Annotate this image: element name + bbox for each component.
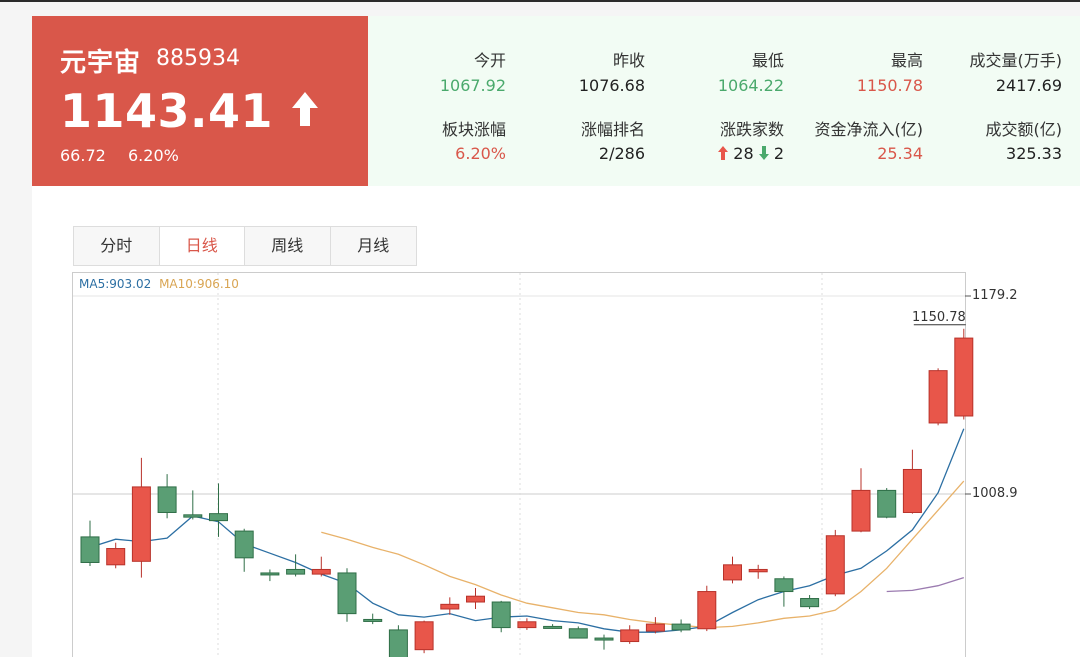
y-axis-label-mid: 1008.9 <box>972 486 1018 501</box>
kline-chart: 1150.78 <box>73 273 974 657</box>
candle-body-33 <box>928 370 948 424</box>
candle-body-19 <box>568 628 588 639</box>
ma10-label: MA10:906.10 <box>159 277 239 291</box>
candle-body-17 <box>517 621 537 629</box>
candle-body-25 <box>723 564 742 581</box>
candle-body-32 <box>902 468 922 513</box>
candle-body-14 <box>440 603 460 610</box>
candle-body-23 <box>671 623 691 631</box>
ma5-label: MA5:903.02 <box>79 277 152 291</box>
candle-body-21 <box>620 629 640 643</box>
candle-body-1 <box>106 548 126 566</box>
ma-legend: MA5:903.02 MA10:906.10 <box>79 277 239 291</box>
candle-body-5 <box>209 513 228 522</box>
candle-body-7 <box>260 572 280 576</box>
candle-body-22 <box>645 623 665 632</box>
candle-body-12 <box>388 629 408 657</box>
candle-body-27 <box>774 578 794 593</box>
candle-body-16 <box>491 601 511 629</box>
candle-body-18 <box>543 625 563 629</box>
candle-body-13 <box>414 621 434 651</box>
candle-body-29 <box>825 535 845 595</box>
candle-body-3 <box>157 486 177 513</box>
candle-body-4 <box>183 514 203 518</box>
candle-body-31 <box>877 489 897 518</box>
candle-body-24 <box>697 591 717 630</box>
candle-body-26 <box>748 568 768 573</box>
candle-body-15 <box>466 595 485 603</box>
candle-body-11 <box>363 618 383 622</box>
candle-body-20 <box>594 637 614 641</box>
candle-body-34 <box>954 337 974 417</box>
y-axis-label-top: 1179.2 <box>972 288 1018 303</box>
candle-body-9 <box>311 568 331 575</box>
candle-body-30 <box>851 489 871 532</box>
ma5-line <box>89 428 965 633</box>
ma20-line <box>886 576 964 593</box>
max-price-label: 1150.78 <box>912 310 966 325</box>
candle-body-10 <box>337 572 357 615</box>
candle-body-28 <box>800 598 820 608</box>
candle-body-0 <box>80 536 100 563</box>
candle-body-2 <box>131 486 151 562</box>
candle-body-6 <box>234 530 254 559</box>
candle-body-8 <box>286 568 306 575</box>
